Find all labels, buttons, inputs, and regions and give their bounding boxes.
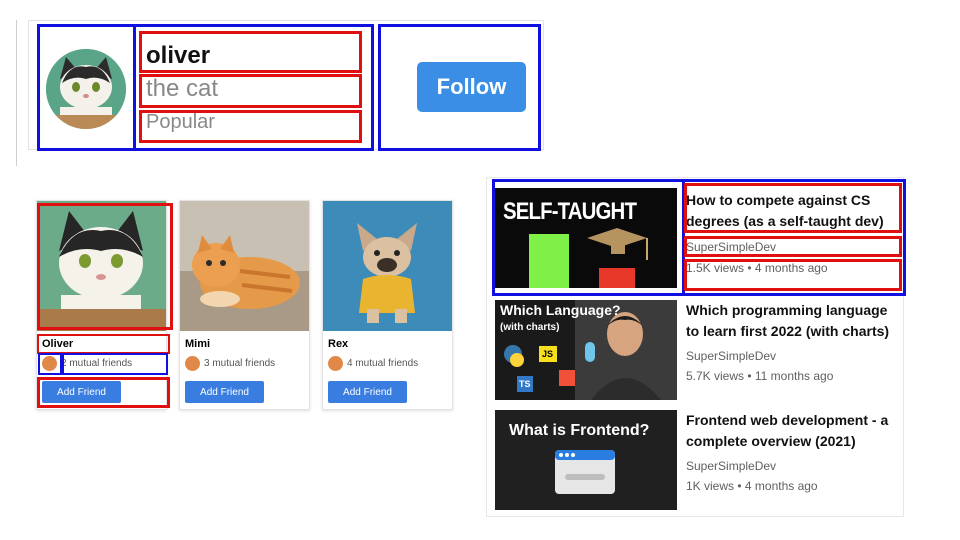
friend-card: Rex 4 mutual friends Add Friend (322, 200, 453, 410)
annotation-box (37, 377, 170, 408)
thumbnail-subtext: (with charts) (500, 322, 560, 333)
video-title[interactable]: Which programming language to learn firs… (686, 300, 901, 342)
video-stats: 1K views • 4 months ago (686, 479, 818, 493)
annotation-box (139, 74, 362, 108)
add-friend-button[interactable]: Add Friend (185, 381, 264, 403)
js-badge: JS (542, 349, 554, 359)
annotation-box (684, 183, 902, 233)
mutual-friends: 4 mutual friends (328, 356, 418, 371)
divider (16, 20, 17, 166)
annotation-box (684, 236, 902, 257)
annotation-box (378, 24, 541, 151)
annotation-box (37, 334, 170, 354)
annotation-box (139, 110, 362, 143)
annotation-box (38, 353, 62, 375)
friend-photo (323, 201, 452, 331)
video-title[interactable]: Frontend web development - a complete ov… (686, 410, 901, 452)
annotation-box (62, 353, 168, 375)
mutual-friends-label: 4 mutual friends (347, 358, 419, 369)
annotation-box (492, 179, 685, 296)
video-channel[interactable]: SuperSimpleDev (686, 459, 776, 473)
thumbnail-text: Which Language? (500, 302, 621, 318)
friend-name: Rex (328, 338, 349, 350)
annotation-box (37, 24, 136, 151)
ts-badge: TS (519, 379, 531, 389)
video-thumbnail[interactable]: What is Frontend? (495, 410, 677, 510)
add-friend-button[interactable]: Add Friend (328, 381, 407, 403)
friend-card: Mimi 3 mutual friends Add Friend (179, 200, 310, 410)
video-thumbnail[interactable]: Which Language? (with charts) JS TS (495, 300, 677, 400)
mutual-avatar (328, 356, 343, 371)
mutual-friends: 3 mutual friends (185, 356, 275, 371)
video-channel[interactable]: SuperSimpleDev (686, 349, 776, 363)
annotation-box (139, 31, 362, 73)
mutual-avatar (185, 356, 200, 371)
annotation-box (684, 259, 902, 291)
mutual-friends-label: 3 mutual friends (204, 358, 276, 369)
thumbnail-text: What is Frontend? (509, 422, 650, 439)
friend-photo (180, 201, 309, 331)
video-stats: 5.7K views • 11 months ago (686, 369, 834, 383)
friend-name: Mimi (185, 338, 211, 350)
annotation-box (37, 203, 173, 330)
